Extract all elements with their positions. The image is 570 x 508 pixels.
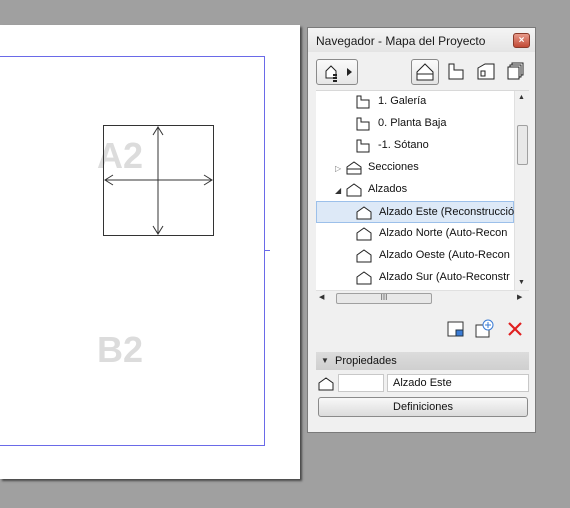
delete-button[interactable] xyxy=(504,318,526,340)
elevation-icon xyxy=(356,271,372,285)
view-name-field[interactable]: Alzado Este xyxy=(387,374,529,392)
tree-item-story[interactable]: -1. Sótano xyxy=(316,135,514,157)
layout-sheet-border xyxy=(0,56,265,446)
palette-titlebar[interactable]: Navegador - Mapa del Proyecto × xyxy=(308,28,535,52)
tree-item-story[interactable]: 1. Galería xyxy=(316,91,514,113)
drawing-canvas[interactable]: A2 B2 xyxy=(0,25,300,479)
story-icon xyxy=(356,95,370,109)
grid-label-b2: B2 xyxy=(97,329,144,370)
navigator-toolbar xyxy=(308,56,535,90)
tree-item-label: Alzado Este (Reconstrucció xyxy=(379,206,515,218)
elevation-icon xyxy=(318,377,334,391)
tree-item-elevation[interactable]: Alzado Este (Reconstrucció xyxy=(316,201,514,223)
tree-item-sections[interactable]: ▷ Secciones xyxy=(316,157,514,179)
layout-book-icon xyxy=(477,63,495,80)
tree-item-label: Alzado Sur (Auto-Reconstr xyxy=(379,271,510,283)
publisher-sets-icon xyxy=(507,62,524,80)
tree-item-label: -1. Sótano xyxy=(378,139,429,151)
view-id-field[interactable] xyxy=(338,374,384,392)
view-map-tab[interactable] xyxy=(443,59,471,85)
elevation-icon xyxy=(356,227,372,241)
collapse-triangle-icon: ▼ xyxy=(321,356,329,365)
collapse-arrow-icon[interactable]: ◢ xyxy=(335,186,341,195)
project-map-tab[interactable] xyxy=(411,59,439,85)
save-view-button[interactable] xyxy=(445,318,467,340)
tree-item-elevation[interactable]: Alzado Sur (Auto-Reconstr xyxy=(316,267,514,289)
scroll-up-icon[interactable]: ▲ xyxy=(518,94,525,101)
properties-row: Alzado Este xyxy=(316,374,529,394)
elevation-icon xyxy=(346,183,362,197)
publisher-sets-tab[interactable] xyxy=(503,59,531,85)
definitions-button[interactable]: Definiciones xyxy=(318,397,528,417)
tree-item-elevation[interactable]: Alzado Norte (Auto-Recon xyxy=(316,223,514,245)
project-map-tree[interactable]: 1. Galería 0. Planta Baja -1. Sótano ▷ S… xyxy=(316,90,529,290)
project-map-icon xyxy=(325,65,337,82)
tree-horizontal-scrollbar[interactable]: ◀ III ▶ xyxy=(316,290,529,305)
properties-title: Propiedades xyxy=(335,355,397,367)
sheet-edge-tick xyxy=(264,250,270,251)
map-selector-button[interactable] xyxy=(316,59,358,85)
tree-item-label: 1. Galería xyxy=(378,95,427,107)
view-map-icon xyxy=(448,63,464,80)
section-icon xyxy=(346,161,362,175)
layout-book-tab[interactable] xyxy=(473,59,501,85)
expand-arrow-icon[interactable]: ▷ xyxy=(335,164,341,173)
palette-title: Navegador - Mapa del Proyecto xyxy=(316,34,486,48)
close-button[interactable]: × xyxy=(513,33,530,48)
tree-item-story[interactable]: 0. Planta Baja xyxy=(316,113,514,135)
tree-item-label: Alzados xyxy=(368,183,408,195)
scroll-down-icon[interactable]: ▼ xyxy=(518,279,525,286)
save-view-icon xyxy=(447,321,464,337)
elevation-icon xyxy=(356,249,372,263)
scroll-left-icon[interactable]: ◀ xyxy=(319,293,324,301)
tree-item-label: Alzado Oeste (Auto-Recon xyxy=(379,249,510,261)
scroll-right-icon[interactable]: ▶ xyxy=(517,293,522,301)
scroll-thumb[interactable]: III xyxy=(336,293,432,304)
properties-header[interactable]: ▼ Propiedades xyxy=(316,352,529,370)
tree-item-label: Alzado Norte (Auto-Recon xyxy=(379,227,508,239)
story-icon xyxy=(356,139,370,153)
tree-item-elevation[interactable]: Alzado Oeste (Auto-Recon xyxy=(316,245,514,267)
new-view-button[interactable] xyxy=(473,318,495,340)
story-icon xyxy=(356,117,370,131)
delete-x-icon xyxy=(508,322,522,336)
tree-vertical-scrollbar[interactable]: ▲ ▼ xyxy=(514,91,529,290)
navigator-palette: Navegador - Mapa del Proyecto × 1. Galer… xyxy=(307,27,536,433)
elevation-icon xyxy=(356,206,372,220)
elevation-marker[interactable] xyxy=(103,125,214,236)
scroll-thumb[interactable] xyxy=(517,125,528,165)
tree-item-label: Secciones xyxy=(368,161,419,173)
chevron-right-icon xyxy=(347,68,352,76)
new-view-icon xyxy=(475,319,494,338)
tree-item-label: 0. Planta Baja xyxy=(378,117,447,129)
navigator-actions xyxy=(308,318,535,342)
house-icon xyxy=(416,63,434,81)
tree-item-elevations[interactable]: ◢ Alzados xyxy=(316,179,514,201)
